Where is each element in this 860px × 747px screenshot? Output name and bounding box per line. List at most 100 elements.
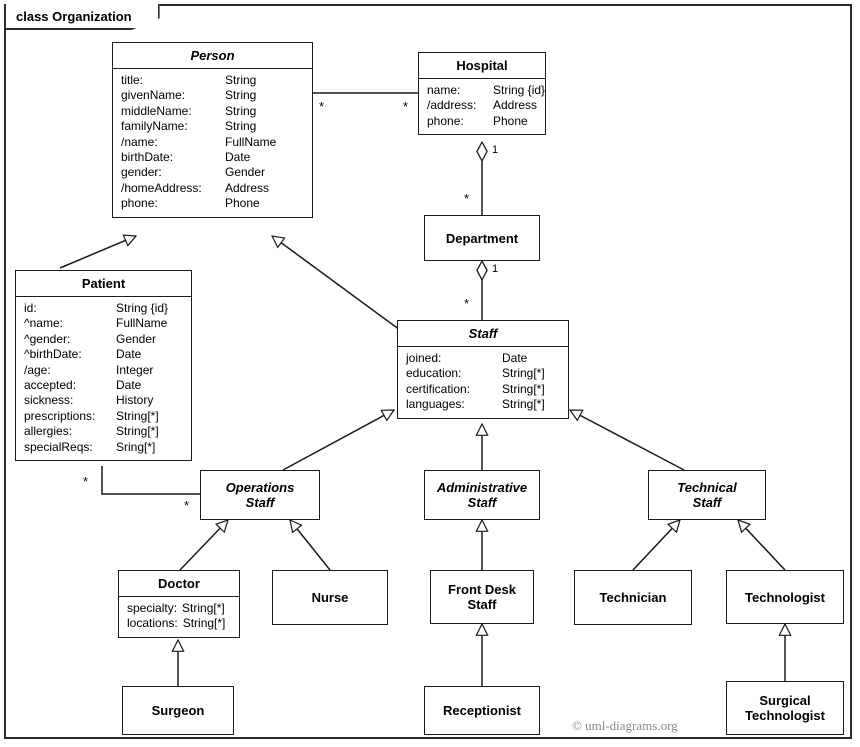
class-operations-staff-title-line1: Operations <box>225 480 295 495</box>
attribute-type: Date <box>225 150 251 165</box>
attribute-type: Integer <box>116 362 154 377</box>
attribute-name: specialReqs: <box>24 439 93 454</box>
attribute-type: Sring[*] <box>116 439 156 454</box>
attribute-name: phone: <box>121 196 158 211</box>
attribute-name: gender: <box>121 165 162 180</box>
class-staff-attributes: joined: Date education: String[*] certific… <box>398 346 568 418</box>
attribute-name: /address: <box>427 98 477 113</box>
attribute-type: String {id} <box>493 83 546 97</box>
attribute-name: /homeAddress: <box>121 180 202 195</box>
attribute-row: givenName: String <box>113 88 312 103</box>
attribute-name: id: <box>24 301 37 315</box>
class-technologist-title: Technologist <box>745 589 825 605</box>
attribute-type: History <box>116 393 154 408</box>
attribute-row: specialty: String[*] <box>119 601 239 616</box>
class-staff-title: Staff <box>468 326 498 341</box>
attribute-type: Date <box>116 378 142 393</box>
class-surgeon[interactable]: Surgeon <box>122 686 234 735</box>
attribute-row: sickness: History <box>16 393 191 408</box>
attribute-row: certification: String[*] <box>398 382 568 397</box>
attribute-row: title: String <box>113 73 312 88</box>
class-hospital-attributes: name: String {id} /address: Address phone:… <box>419 78 545 134</box>
attribute-row: familyName: String <box>113 119 312 134</box>
multiplicity-department-staff-staff-end: * <box>464 296 470 311</box>
class-nurse-title: Nurse <box>311 590 349 605</box>
attribute-type: Address <box>225 180 270 195</box>
attribute-name: ^birthDate: <box>24 347 82 362</box>
class-doctor-title: Doctor <box>158 576 200 591</box>
class-patient-attributes: id: String {id} ^name: FullName ^gender: Ge… <box>16 296 191 460</box>
class-technical-staff-title-line1: Technical <box>677 480 737 495</box>
attribute-name: sickness: <box>24 393 74 408</box>
attribute-name: languages: <box>406 397 465 412</box>
attribute-row: /address: Address <box>419 98 545 113</box>
attribute-row: specialReqs: Sring[*] <box>16 440 191 455</box>
class-doctor[interactable]: Doctor specialty: String[*] locations: Str… <box>118 570 240 638</box>
class-staff[interactable]: Staff joined: Date education: String[*] ce… <box>397 320 569 419</box>
attribute-type: String <box>225 103 257 118</box>
class-patient[interactable]: Patient id: String {id} ^name: FullName ^g… <box>15 270 192 462</box>
class-technician[interactable]: Technician <box>574 570 692 625</box>
attribute-name: specialty: <box>127 601 178 615</box>
copyright-notice: © uml-diagrams.org <box>572 718 678 733</box>
attribute-row: ^birthDate: Date <box>16 347 191 362</box>
class-technical-staff-title-line2: Staff <box>692 495 722 510</box>
class-surgical-technologist[interactable]: Surgical Technologist <box>726 681 844 735</box>
multiplicity-person-hospital-person-end: * <box>319 99 325 114</box>
attribute-name: joined: <box>406 351 442 365</box>
attribute-name: ^gender: <box>24 331 71 346</box>
attribute-row: languages: String[*] <box>398 397 568 412</box>
class-hospital-title: Hospital <box>456 58 508 73</box>
attribute-name: givenName: <box>121 88 186 103</box>
multiplicity-patient-opstaff-patient-end: * <box>83 474 89 489</box>
class-administrative-staff[interactable]: Administrative Staff <box>424 470 540 520</box>
attribute-type: String <box>225 119 257 134</box>
class-technical-staff[interactable]: Technical Staff <box>648 470 766 520</box>
attribute-type: Phone <box>493 113 528 128</box>
attribute-row: ^name: FullName <box>16 316 191 331</box>
attribute-name: /age: <box>24 362 51 377</box>
attribute-row: birthDate: Date <box>113 150 312 165</box>
attribute-row: gender: Gender <box>113 165 312 180</box>
attribute-type: Gender <box>116 331 157 346</box>
attribute-name: certification: <box>406 381 471 396</box>
attribute-type: Date <box>502 351 528 365</box>
attribute-name: phone: <box>427 113 464 128</box>
attribute-row: accepted: Date <box>16 378 191 393</box>
attribute-type: String[*] <box>182 601 225 615</box>
attribute-row: /name: FullName <box>113 135 312 150</box>
attribute-row: phone: Phone <box>419 114 545 129</box>
class-front-desk-staff-title-line2: Staff <box>467 597 497 612</box>
frame-tab-left-edge <box>4 4 6 30</box>
class-patient-title: Patient <box>81 276 126 291</box>
attribute-name: title: <box>121 73 144 87</box>
class-person[interactable]: Person title: String givenName: String mid… <box>112 42 313 218</box>
attribute-row: id: String {id} <box>16 301 191 316</box>
attribute-row: phone: Phone <box>113 196 312 211</box>
attribute-name: prescriptions: <box>24 408 96 423</box>
attribute-row: /age: Integer <box>16 363 191 378</box>
attribute-name: name: <box>427 83 461 97</box>
attribute-name: ^name: <box>24 316 63 331</box>
multiplicity-patient-opstaff-opstaff-end: * <box>184 498 190 513</box>
class-administrative-staff-title-line1: Administrative <box>436 480 528 495</box>
attribute-name: accepted: <box>24 378 77 393</box>
frame-title-label: class Organization <box>16 8 132 24</box>
attribute-type: String <box>225 73 257 87</box>
class-front-desk-staff[interactable]: Front Desk Staff <box>430 570 534 624</box>
attribute-row: education: String[*] <box>398 366 568 381</box>
class-hospital[interactable]: Hospital name: String {id} /address: Addre… <box>418 52 546 136</box>
class-nurse[interactable]: Nurse <box>272 570 388 625</box>
class-doctor-attributes: specialty: String[*] locations: String[*] <box>119 596 239 637</box>
class-department[interactable]: Department <box>424 215 540 261</box>
multiplicity-hospital-department-department-end: * <box>464 191 470 206</box>
class-receptionist[interactable]: Receptionist <box>424 686 540 735</box>
class-technician-title: Technician <box>599 590 667 605</box>
attribute-name: middleName: <box>121 103 192 118</box>
class-technologist[interactable]: Technologist <box>726 570 844 624</box>
attribute-type: String[*] <box>182 616 226 631</box>
attribute-type: Phone <box>225 196 260 211</box>
attribute-name: birthDate: <box>121 150 174 165</box>
class-operations-staff[interactable]: Operations Staff <box>200 470 320 520</box>
attribute-row: joined: Date <box>398 351 568 366</box>
